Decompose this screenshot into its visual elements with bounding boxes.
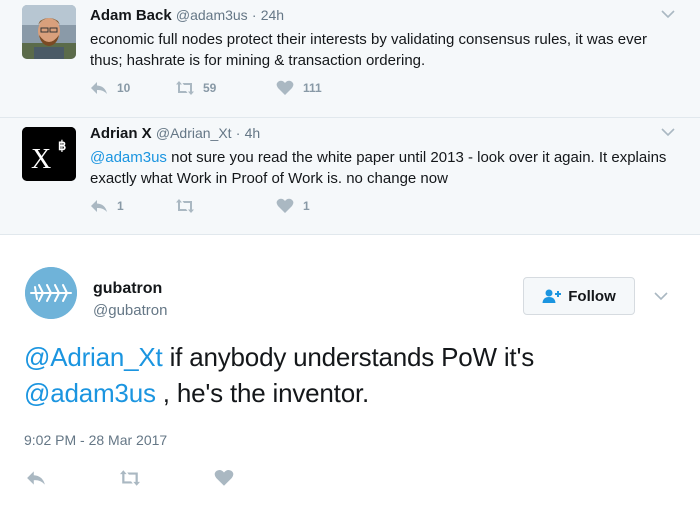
reply-count: 1 — [117, 199, 124, 213]
display-name[interactable]: Adam Back — [90, 7, 172, 24]
main-tweet: gubatron @gubatron Follow @Adrian_Xt if … — [0, 235, 700, 505]
retweet-button[interactable] — [120, 469, 140, 487]
follow-button[interactable]: Follow — [523, 277, 635, 315]
tweet-adrian-x[interactable]: X ฿ Adrian X @Adrian_Xt · 4h @adam3us no… — [0, 118, 700, 235]
retweet-icon — [120, 470, 140, 486]
like-count: 111 — [303, 81, 322, 95]
retweet-button[interactable] — [176, 198, 203, 214]
like-count: 1 — [303, 199, 310, 213]
tweet-text: @Adrian_Xt if anybody understands PoW it… — [24, 339, 684, 411]
retweet-count: 59 — [203, 81, 217, 95]
avatar[interactable] — [22, 5, 76, 59]
handle[interactable]: @adam3us — [176, 7, 248, 23]
mention-link[interactable]: @adam3us — [90, 149, 167, 166]
retweet-icon — [176, 81, 194, 95]
retweet-icon — [176, 199, 194, 213]
tweet-header: Adam Back @adam3us · 24h — [90, 7, 284, 24]
handle[interactable]: @Adrian_Xt — [156, 125, 232, 141]
avatar[interactable] — [25, 267, 77, 319]
heart-icon — [276, 80, 294, 95]
chevron-down-icon[interactable] — [660, 8, 676, 20]
reply-icon — [91, 82, 107, 94]
like-button[interactable] — [214, 469, 234, 487]
follow-person-icon — [542, 289, 562, 303]
timestamp[interactable]: 4h — [245, 125, 261, 141]
like-button[interactable]: 1 — [276, 198, 310, 214]
chevron-down-icon[interactable] — [660, 126, 676, 138]
separator: · — [251, 7, 257, 23]
display-name[interactable]: gubatron — [93, 280, 162, 298]
avatar-letter: X — [31, 144, 51, 175]
mention-link[interactable]: @Adrian_Xt — [24, 342, 163, 372]
mention-link[interactable]: @adam3us — [24, 378, 156, 408]
separator: · — [235, 125, 241, 141]
tweet-adam-back[interactable]: Adam Back @adam3us · 24h economic full n… — [0, 0, 700, 118]
handle[interactable]: @gubatron — [93, 302, 167, 319]
reply-count: 10 — [117, 81, 131, 95]
heart-icon — [214, 469, 234, 486]
tweet-text-part: if anybody understands PoW it's — [162, 342, 535, 372]
tweet-header: Adrian X @Adrian_Xt · 4h — [90, 125, 260, 142]
reply-icon — [91, 200, 107, 212]
chevron-down-icon[interactable] — [653, 290, 669, 302]
tweet-text-part: , he's the inventor. — [155, 378, 369, 408]
like-button[interactable]: 111 — [276, 80, 322, 96]
timestamp[interactable]: 9:02 PM - 28 Mar 2017 — [24, 432, 167, 448]
reply-icon — [27, 471, 45, 485]
follow-label: Follow — [568, 287, 616, 305]
reply-button[interactable]: 1 — [90, 198, 124, 214]
tweet-text-body: not sure you read the white paper until … — [90, 149, 667, 187]
timestamp[interactable]: 24h — [261, 7, 284, 23]
tweet-text: economic full nodes protect their intere… — [90, 31, 647, 69]
retweet-button[interactable]: 59 — [176, 80, 216, 96]
avatar[interactable]: X ฿ — [22, 127, 76, 181]
avatar-bitcoin-symbol: ฿ — [58, 138, 66, 153]
reply-button[interactable]: 10 — [90, 80, 130, 96]
tweet-text: @adam3us not sure you read the white pap… — [90, 147, 680, 189]
heart-icon — [276, 198, 294, 213]
display-name[interactable]: Adrian X — [90, 125, 152, 142]
reply-button[interactable] — [26, 469, 46, 487]
